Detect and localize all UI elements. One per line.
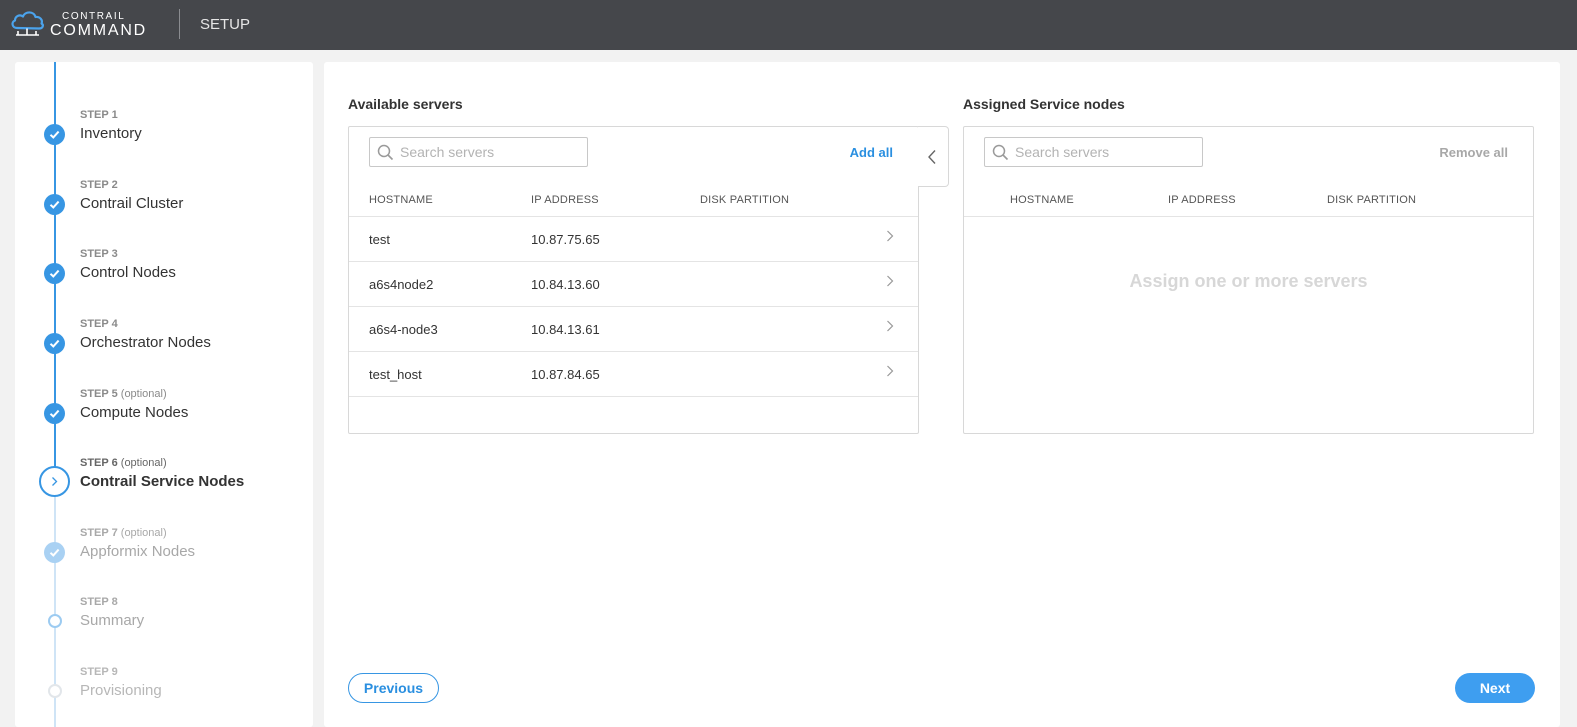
brand-bottom-text: COMMAND <box>50 22 148 39</box>
step-appformix-nodes[interactable]: STEP 7 (optional) Appformix Nodes <box>15 527 313 577</box>
server-ip: 10.84.13.60 <box>531 277 600 292</box>
step-control-nodes[interactable]: STEP 3 Control Nodes <box>15 248 313 298</box>
remove-all-link[interactable]: Remove all <box>1439 145 1508 160</box>
server-row[interactable]: test_host 10.87.84.65 <box>349 352 918 397</box>
server-row[interactable]: a6s4-node3 10.84.13.61 <box>349 307 918 352</box>
completed-check-icon <box>44 124 65 145</box>
server-ip: 10.87.84.65 <box>531 367 600 382</box>
step-label: STEP 1 <box>80 109 118 121</box>
step-label: STEP 5 (optional) <box>80 388 167 400</box>
move-back-button[interactable] <box>918 126 949 187</box>
step-label: STEP 9 <box>80 666 118 678</box>
column-header-ip-address: IP ADDRESS <box>531 194 599 206</box>
step-title: Compute Nodes <box>80 404 189 421</box>
server-hostname: a6s4-node3 <box>369 322 438 337</box>
previous-button[interactable]: Previous <box>348 673 439 703</box>
completed-check-icon <box>44 194 65 215</box>
step-provisioning[interactable]: STEP 9 Provisioning <box>15 666 313 716</box>
chevron-left-icon <box>928 150 936 164</box>
brand-top-text: CONTRAIL <box>62 11 126 22</box>
assigned-search-box[interactable] <box>984 137 1203 167</box>
step-label: STEP 6 (optional) <box>80 457 167 469</box>
step-title: Orchestrator Nodes <box>80 334 211 351</box>
available-servers-title: Available servers <box>348 96 463 112</box>
step-label: STEP 3 <box>80 248 118 260</box>
chevron-right-icon[interactable] <box>886 275 894 287</box>
assigned-search-input[interactable] <box>1015 142 1195 162</box>
completed-check-icon <box>44 263 65 284</box>
cloud-network-icon <box>11 11 44 36</box>
completed-check-icon <box>44 542 65 563</box>
column-header-disk-partition: DISK PARTITION <box>1327 194 1417 206</box>
server-ip: 10.87.75.65 <box>531 232 600 247</box>
column-header-ip-address: IP ADDRESS <box>1168 194 1236 206</box>
server-row[interactable]: test 10.87.75.65 <box>349 217 918 262</box>
server-hostname: test_host <box>369 367 422 382</box>
column-header-hostname: HOSTNAME <box>369 194 433 206</box>
server-ip: 10.84.13.61 <box>531 322 600 337</box>
completed-check-icon <box>44 333 65 354</box>
available-search-box[interactable] <box>369 137 588 167</box>
chevron-right-icon[interactable] <box>886 320 894 332</box>
header-divider <box>964 216 1533 217</box>
column-header-hostname: HOSTNAME <box>1010 194 1074 206</box>
add-all-link[interactable]: Add all <box>850 145 893 160</box>
step-title: Inventory <box>80 125 142 142</box>
step-label: STEP 7 (optional) <box>80 527 167 539</box>
step-orchestrator-nodes[interactable]: STEP 4 Orchestrator Nodes <box>15 318 313 368</box>
pending-step-circle-icon <box>48 684 62 698</box>
assigned-nodes-panel: Remove all HOSTNAME IP ADDRESS DISK PART… <box>963 126 1534 434</box>
server-hostname: a6s4node2 <box>369 277 434 292</box>
step-label: STEP 8 <box>80 596 118 608</box>
chevron-right-icon[interactable] <box>886 365 894 377</box>
step-label: STEP 2 <box>80 179 118 191</box>
contrail-command-logo[interactable]: CONTRAIL COMMAND <box>10 9 165 41</box>
server-hostname: test <box>369 232 390 247</box>
top-bar: CONTRAIL COMMAND SETUP <box>0 0 1577 50</box>
step-title: Appformix Nodes <box>80 543 196 560</box>
step-label: STEP 4 <box>80 318 118 330</box>
step-compute-nodes[interactable]: STEP 5 (optional) Compute Nodes <box>15 388 313 438</box>
step-title: Contrail Service Nodes <box>80 473 245 490</box>
available-servers-panel: Add all HOSTNAME IP ADDRESS DISK PARTITI… <box>348 126 919 434</box>
step-summary[interactable]: STEP 8 Summary <box>15 596 313 646</box>
current-step-chevron-icon <box>39 466 70 497</box>
main-panel: Available servers Assigned Service nodes… <box>324 62 1560 727</box>
search-icon <box>992 144 1009 161</box>
assigned-nodes-title: Assigned Service nodes <box>963 96 1125 112</box>
step-title: Summary <box>80 612 145 629</box>
step-title: Control Nodes <box>80 264 176 281</box>
chevron-right-icon[interactable] <box>886 230 894 242</box>
topbar-divider <box>179 9 180 39</box>
setup-steps-sidebar: STEP 1 Inventory STEP 2 Contrail Cluster… <box>15 62 313 727</box>
step-contrail-service-nodes[interactable]: STEP 6 (optional) Contrail Service Nodes <box>15 457 313 507</box>
available-search-input[interactable] <box>400 142 580 162</box>
step-title: Contrail Cluster <box>80 195 184 212</box>
next-button[interactable]: Next <box>1455 673 1535 703</box>
completed-check-icon <box>44 403 65 424</box>
column-header-disk-partition: DISK PARTITION <box>700 194 790 206</box>
empty-state-message: Assign one or more servers <box>1129 271 1368 291</box>
search-icon <box>377 144 394 161</box>
pending-step-circle-icon <box>48 614 62 628</box>
step-title: Provisioning <box>80 682 162 699</box>
server-row[interactable]: a6s4node2 10.84.13.60 <box>349 262 918 307</box>
step-contrail-cluster[interactable]: STEP 2 Contrail Cluster <box>15 179 313 229</box>
section-title: SETUP <box>200 16 251 33</box>
step-inventory[interactable]: STEP 1 Inventory <box>15 109 313 159</box>
